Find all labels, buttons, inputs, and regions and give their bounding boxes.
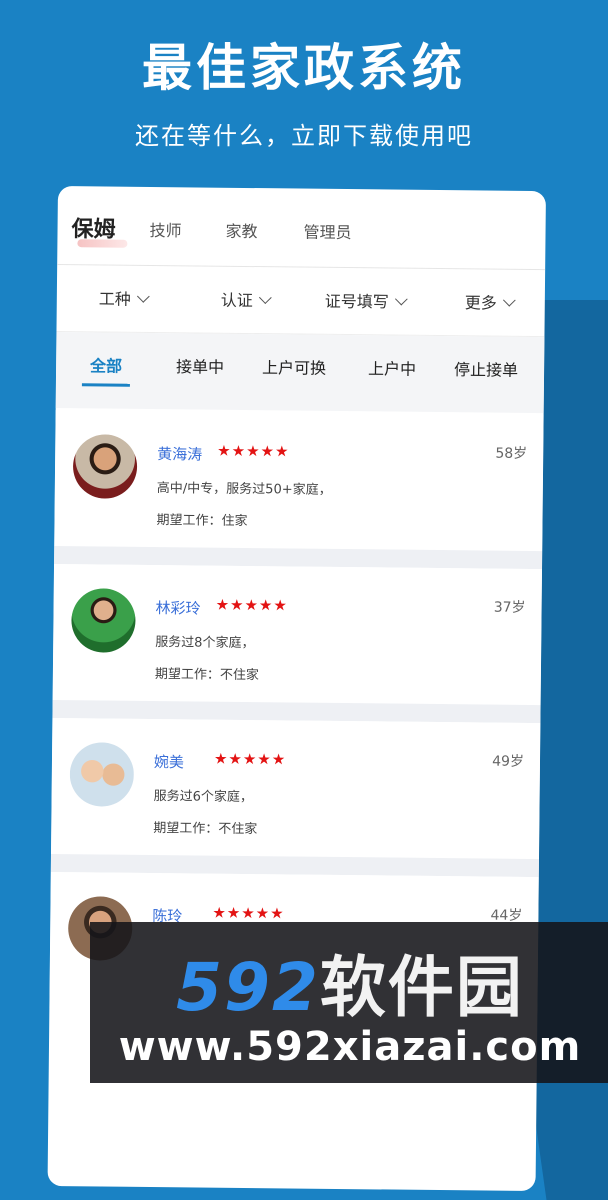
filter-label: 认证 — [220, 290, 253, 311]
avatar — [71, 588, 136, 653]
hero-title: 最佳家政系统 — [142, 39, 466, 97]
status-on-job[interactable]: 上户中 — [368, 355, 416, 380]
filter-certification[interactable]: 认证 — [220, 287, 272, 312]
watermark-text: 软件园 — [319, 949, 524, 1026]
chevron-down-icon — [258, 291, 272, 305]
person-expected-work: 期望工作：住家 — [156, 513, 248, 530]
person-expected-work: 期望工作：不住家 — [154, 667, 259, 684]
chevron-down-icon — [394, 292, 408, 306]
person-expected-work: 期望工作：不住家 — [153, 821, 258, 838]
filter-more[interactable]: 更多 — [464, 289, 516, 314]
person-experience: 高中/中专，服务过50+家庭， — [156, 481, 332, 498]
list-item[interactable]: 黄海涛 ★★★★★ 58岁 高中/中专，服务过50+家庭， 期望工作：住家 — [54, 409, 544, 552]
watermark-url: www.592xiazai.com — [118, 1024, 582, 1070]
rating-stars: ★★★★★ — [215, 595, 288, 615]
watermark-brand: 592软件园 — [90, 934, 608, 1030]
person-age: 37岁 — [493, 599, 526, 616]
list-item[interactable]: 林彩玲 ★★★★★ 37岁 服务过8个家庭， 期望工作：不住家 — [52, 563, 543, 706]
filter-id-number[interactable]: 证号填写 — [324, 288, 408, 313]
person-experience: 服务过8个家庭， — [155, 635, 255, 652]
tab-nanny[interactable]: 保姆 — [71, 211, 115, 243]
tab-technician[interactable]: 技师 — [149, 217, 181, 241]
avatar — [72, 434, 138, 499]
status-stopped[interactable]: 停止接单 — [454, 356, 518, 381]
filter-label: 证号填写 — [324, 291, 389, 312]
rating-stars: ★★★★★ — [213, 749, 287, 769]
filter-bar: 工种 认证 证号填写 更多 — [56, 264, 546, 338]
chevron-down-icon — [137, 290, 150, 303]
person-name: 婉美 — [153, 753, 185, 772]
person-age: 58岁 — [495, 445, 528, 462]
list-item[interactable]: 婉美 ★★★★★ 49岁 服务过6个家庭， 期望工作：不住家 — [51, 717, 541, 860]
tab-admin[interactable]: 管理员 — [303, 219, 351, 244]
filter-label: 更多 — [464, 293, 497, 313]
tab-tutor[interactable]: 家教 — [225, 218, 257, 242]
hero-subtitle: 还在等什么，立即下载使用吧 — [135, 122, 473, 150]
person-age: 49岁 — [492, 753, 525, 770]
category-tabs: 保姆 技师 家教 管理员 — [57, 186, 546, 271]
status-taking-orders[interactable]: 接单中 — [176, 353, 224, 378]
filter-job-type[interactable]: 工种 — [98, 285, 150, 310]
watermark-number: 592 — [176, 949, 320, 1026]
status-swappable[interactable]: 上户可换 — [262, 354, 326, 379]
rating-stars: ★★★★★ — [217, 441, 290, 461]
person-name: 林彩玲 — [155, 599, 201, 618]
status-all[interactable]: 全部 — [90, 352, 122, 376]
person-name: 黄海涛 — [157, 445, 203, 464]
status-tabs: 全部 接单中 上户可换 上户中 停止接单 — [55, 331, 545, 414]
filter-label: 工种 — [98, 289, 131, 309]
chevron-down-icon — [502, 293, 516, 307]
person-experience: 服务过6个家庭， — [153, 789, 253, 806]
avatar — [69, 742, 135, 807]
rating-stars: ★★★★★ — [212, 903, 285, 923]
site-watermark: 592软件园 www.592xiazai.com — [90, 922, 608, 1083]
